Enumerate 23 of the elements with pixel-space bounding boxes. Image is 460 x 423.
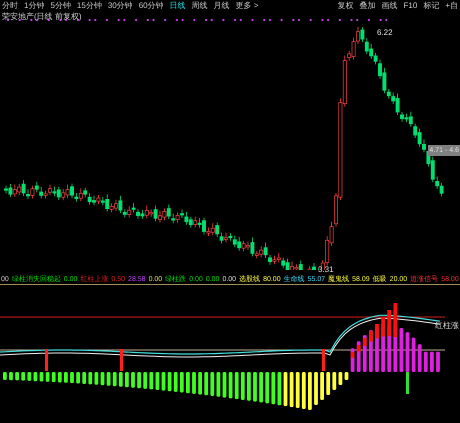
low-price-label: 3.31 [318,266,334,274]
period-tab[interactable]: 5分钟 [50,2,71,10]
period-tab[interactable]: 1分钟 [24,2,44,10]
toolbar-button[interactable]: 复权 [338,2,354,10]
signal-bar [322,349,325,371]
high-price-label: 6.22 [377,29,393,37]
toolbar-button[interactable]: F10 [404,2,418,10]
period-tab[interactable]: 周线 [192,2,208,10]
period-tab[interactable]: 月线 [214,2,230,10]
period-tab[interactable]: 更多 > [236,2,259,10]
period-tab[interactable]: 60分钟 [138,2,164,10]
toolbar-button[interactable]: 叠加 [360,2,376,10]
period-tab[interactable]: 15分钟 [76,2,102,10]
toolbar-button[interactable]: +自 [445,2,458,10]
signal-bar [406,372,409,394]
signal-bar [120,349,123,371]
signal-bar [45,349,48,371]
toolbar-button[interactable]: 标记 [423,2,440,10]
chart-title: 荣安地产(日线 前复权) [2,13,82,21]
period-tab[interactable]: 日线 [170,2,186,10]
toolbar-button[interactable]: 画线 [382,2,398,10]
period-tab[interactable]: 30分钟 [108,2,133,10]
period-tab[interactable]: 分时 [2,2,18,10]
